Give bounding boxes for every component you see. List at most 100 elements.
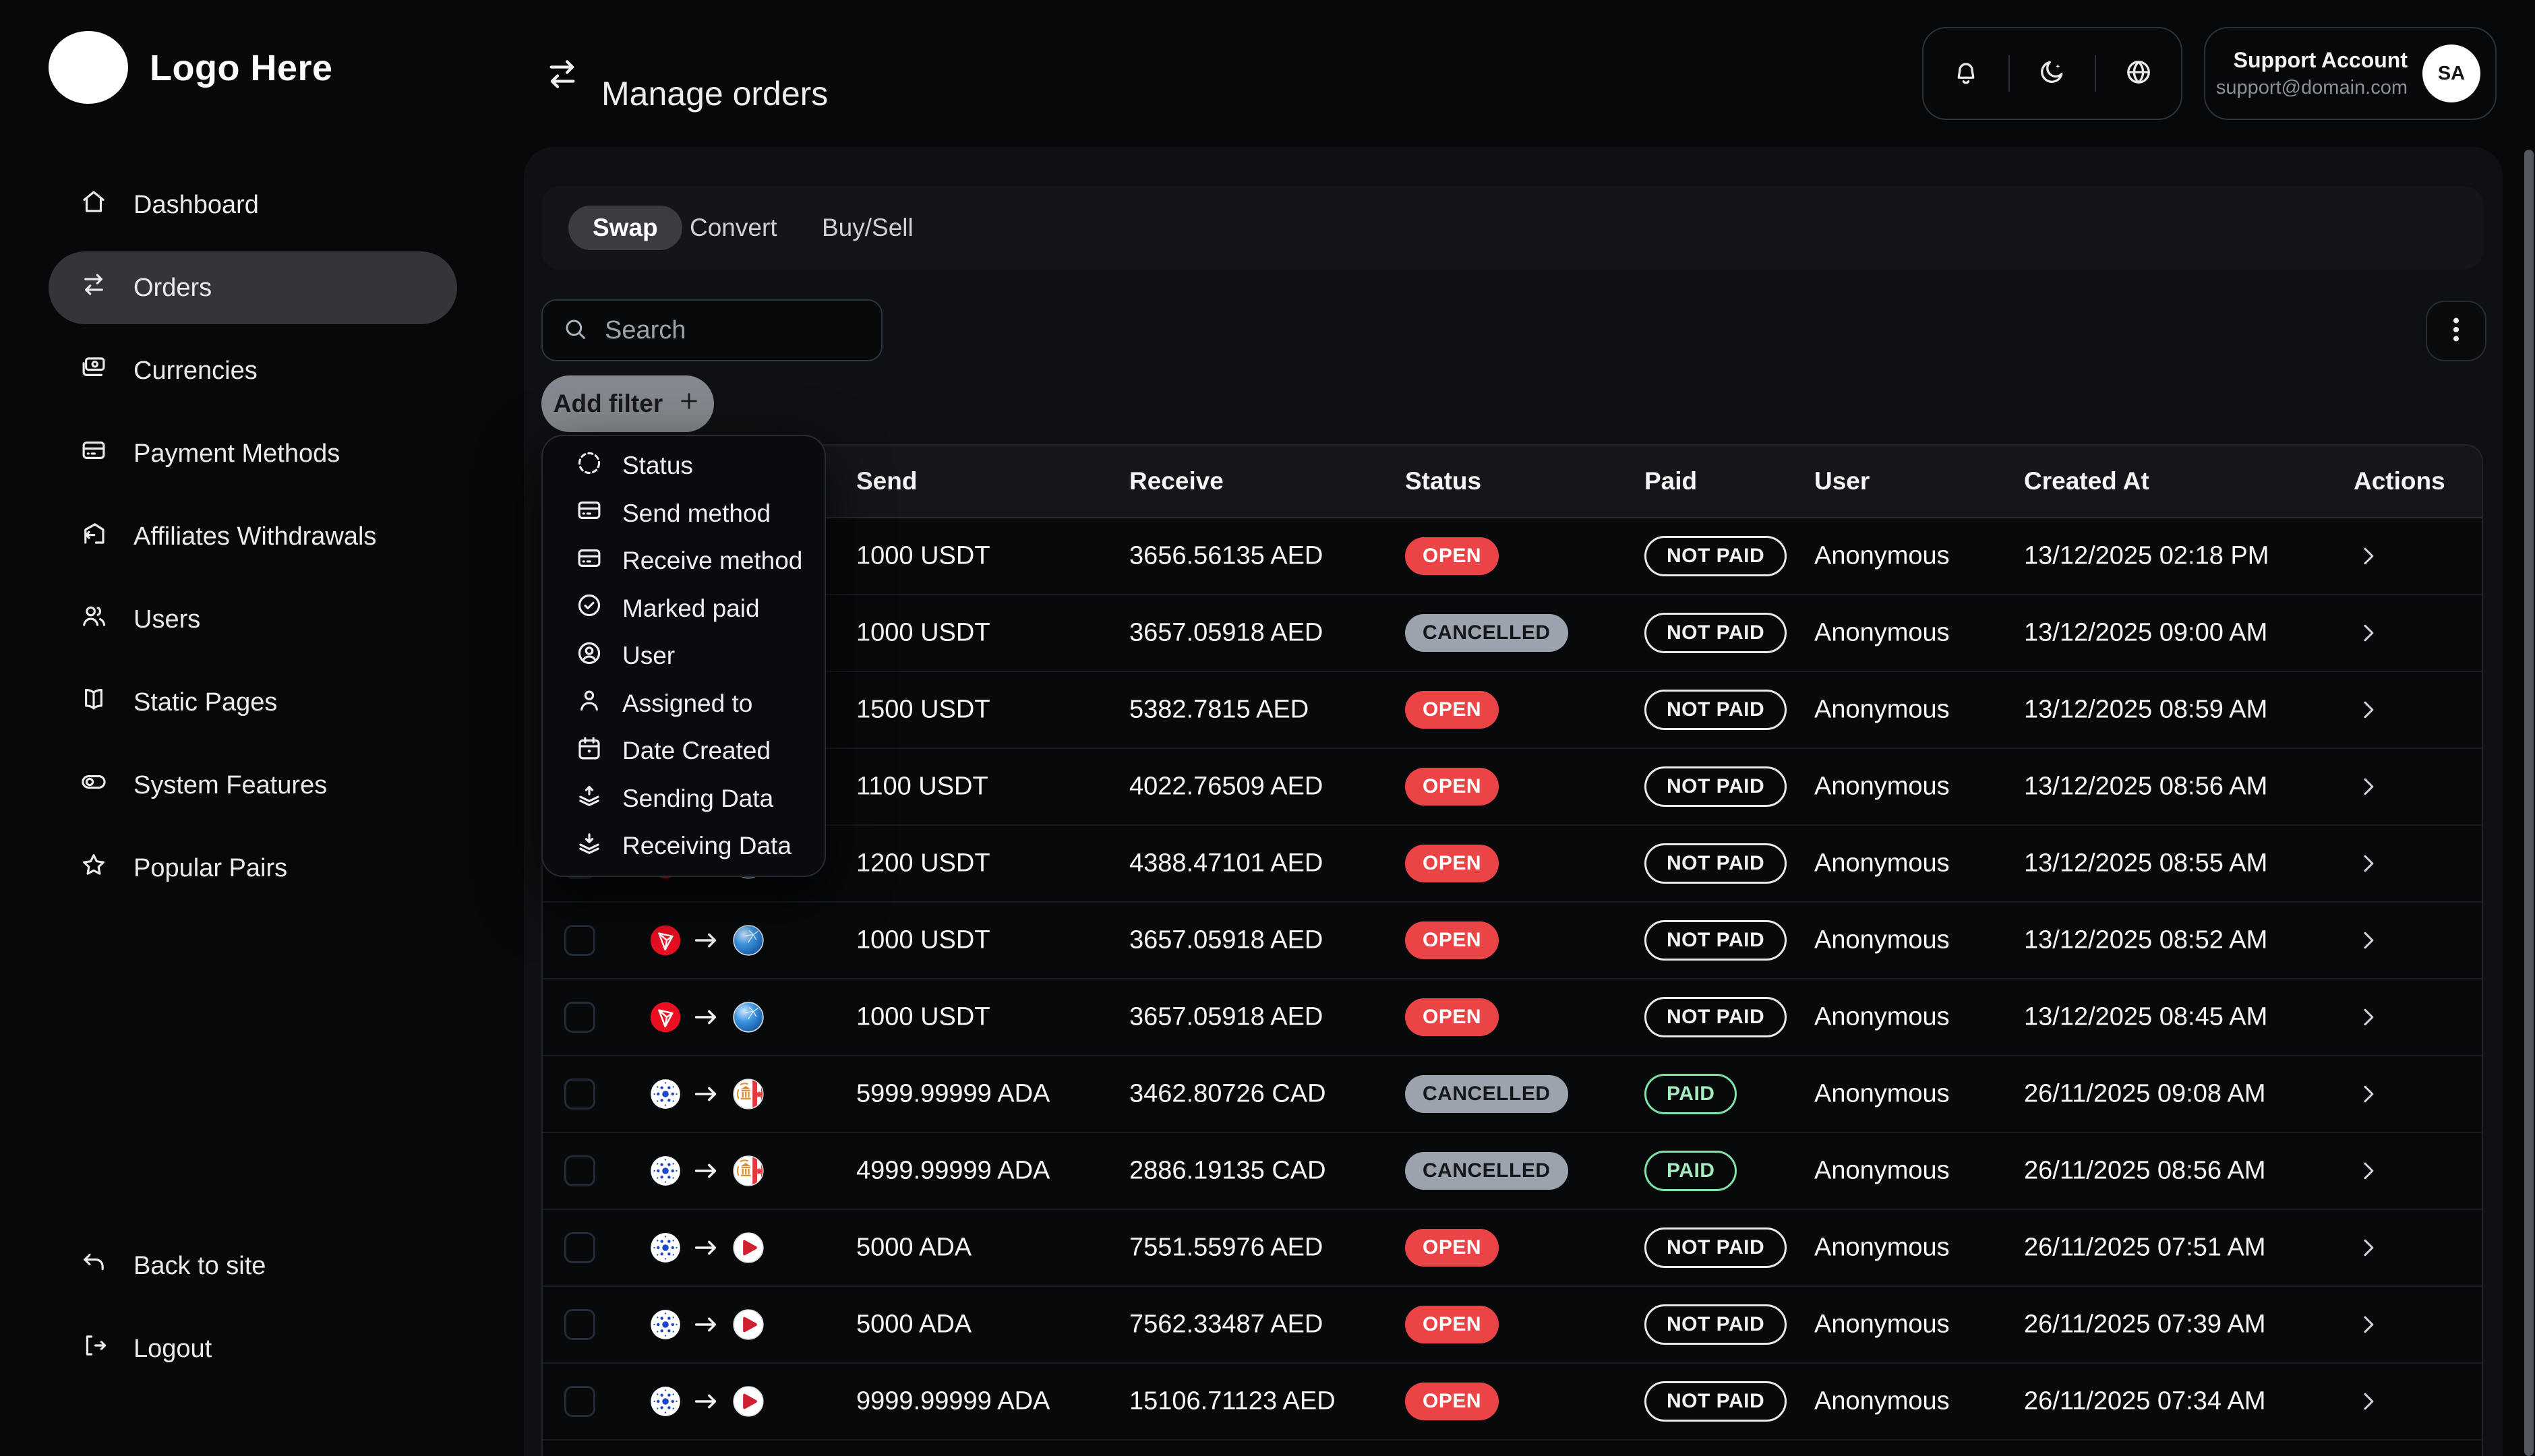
home-icon bbox=[80, 187, 108, 222]
receive-amount: 3657.05918 AED bbox=[1129, 619, 1323, 648]
created-at-cell: 13/12/2025 02:18 PM bbox=[2024, 542, 2269, 571]
chevron-right-icon[interactable] bbox=[2355, 1311, 2382, 1338]
paid-badge: NOT PAID bbox=[1644, 920, 1787, 961]
send-amount: 5000 ADA bbox=[856, 1234, 972, 1263]
row-checkbox[interactable] bbox=[564, 1155, 595, 1186]
sidebar-item-dashboard[interactable]: Dashboard bbox=[49, 169, 457, 241]
sidebar-item-label: Payment Methods bbox=[133, 439, 340, 468]
bell-icon bbox=[1951, 57, 1981, 90]
sidebar-item-users[interactable]: Users bbox=[49, 583, 457, 656]
user-cell: Anonymous bbox=[1814, 1157, 1950, 1186]
paid-badge: NOT PAID bbox=[1644, 1381, 1787, 1422]
sidebar-item-label: Logout bbox=[133, 1335, 212, 1364]
chevron-right-icon[interactable] bbox=[2355, 1388, 2382, 1415]
chevron-right-icon[interactable] bbox=[2355, 1081, 2382, 1108]
account-menu[interactable]: Support Account support@domain.com SA bbox=[2204, 27, 2497, 120]
chevron-right-icon[interactable] bbox=[2355, 927, 2382, 954]
row-checkbox[interactable] bbox=[564, 925, 595, 956]
row-checkbox[interactable] bbox=[564, 1386, 595, 1417]
status-badge: OPEN bbox=[1405, 1383, 1499, 1420]
user-cell: Anonymous bbox=[1814, 1310, 1950, 1339]
filter-option-receive-method[interactable]: Receive method bbox=[543, 537, 825, 585]
filter-option-receiving-data[interactable]: Receiving Data bbox=[543, 822, 825, 870]
chevron-right-icon[interactable] bbox=[2355, 619, 2382, 646]
filter-option-date-created[interactable]: Date Created bbox=[543, 727, 825, 775]
created-at-cell: 13/12/2025 08:55 AM bbox=[2024, 849, 2267, 878]
table-row: 1500 USDT5382.7815 AEDOPENNOT PAIDAnonym… bbox=[543, 672, 2482, 749]
sidebar-item-orders[interactable]: Orders bbox=[49, 251, 457, 324]
person-icon bbox=[575, 686, 603, 721]
language-button[interactable] bbox=[2096, 57, 2181, 90]
chevron-right-icon[interactable] bbox=[2355, 1234, 2382, 1261]
arrow-right-icon bbox=[690, 1002, 721, 1033]
sidebar-item-back-to-site[interactable]: Back to site bbox=[49, 1230, 457, 1302]
sidebar-item-affiliates-withdrawals[interactable]: Affiliates Withdrawals bbox=[49, 500, 457, 573]
sidebar-item-label: Dashboard bbox=[133, 191, 259, 220]
order-type-tabs: SwapConvert Buy/Sell bbox=[541, 186, 2483, 270]
row-checkbox[interactable] bbox=[564, 1002, 595, 1033]
card-icon bbox=[575, 496, 603, 530]
chevron-right-icon[interactable] bbox=[2355, 773, 2382, 800]
search-input[interactable]: Search bbox=[541, 299, 883, 361]
account-name: Support Account bbox=[2234, 48, 2408, 73]
row-checkbox[interactable] bbox=[564, 1079, 595, 1110]
filter-option-marked-paid[interactable]: Marked paid bbox=[543, 584, 825, 632]
table-options-button[interactable] bbox=[2426, 301, 2486, 361]
sidebar-item-popular-pairs[interactable]: Popular Pairs bbox=[49, 832, 457, 905]
sidebar-item-currencies[interactable]: Currencies bbox=[49, 334, 457, 407]
send-amount: 1500 USDT bbox=[856, 696, 990, 725]
send-amount: 1000 USDT bbox=[856, 1003, 990, 1032]
status-badge: OPEN bbox=[1405, 768, 1499, 806]
receive-amount: 2886.19135 CAD bbox=[1129, 1157, 1326, 1186]
send-currency-icon bbox=[650, 1155, 681, 1186]
receive-amount: 4388.47101 AED bbox=[1129, 849, 1323, 878]
chevron-right-icon[interactable] bbox=[2355, 1004, 2382, 1031]
user-name: Anonymous bbox=[1814, 1234, 1950, 1263]
row-checkbox[interactable] bbox=[564, 1232, 595, 1263]
sidebar-item-system-features[interactable]: System Features bbox=[49, 749, 457, 822]
sidebar-item-logout[interactable]: Logout bbox=[49, 1312, 457, 1385]
swap-icon bbox=[80, 270, 108, 305]
filter-option-sending-data[interactable]: Sending Data bbox=[543, 775, 825, 822]
filter-option-label: User bbox=[622, 642, 675, 670]
chevron-right-icon[interactable] bbox=[2355, 1157, 2382, 1184]
filter-option-assigned-to[interactable]: Assigned to bbox=[543, 679, 825, 727]
user-name: Anonymous bbox=[1814, 696, 1950, 725]
sidebar-item-payment-methods[interactable]: Payment Methods bbox=[49, 417, 457, 490]
receive-amount: 3657.05918 AED bbox=[1129, 926, 1323, 955]
receive-amount: 7551.55976 AED bbox=[1129, 1234, 1323, 1263]
notifications-button[interactable] bbox=[1923, 57, 2008, 90]
tab-buy-sell[interactable]: Buy/Sell bbox=[818, 206, 918, 250]
table-body: 1000 USDT 3656.56135 AED OPEN NOT PAID Anony… bbox=[543, 518, 2482, 1456]
table-row: 1000 USDT3657.05918 AEDOPENNOT PAIDAnony… bbox=[543, 979, 2482, 1056]
status-badge: OPEN bbox=[1405, 691, 1499, 729]
users-icon bbox=[80, 602, 108, 637]
tab-swap[interactable]: Swap bbox=[568, 206, 682, 250]
theme-button[interactable] bbox=[2010, 57, 2095, 90]
search-icon bbox=[562, 315, 589, 346]
filter-option-send-method[interactable]: Send method bbox=[543, 489, 825, 537]
app-root: Logo Here DashboardOrdersCurrenciesPayme… bbox=[0, 0, 2535, 1456]
stack-down-icon bbox=[575, 829, 603, 863]
sidebar-item-static-pages[interactable]: Static Pages bbox=[49, 666, 457, 739]
paid-badge: NOT PAID bbox=[1644, 536, 1787, 576]
sidebar-item-label: Affiliates Withdrawals bbox=[133, 522, 376, 551]
send-amount: 1000 USDT bbox=[856, 619, 990, 648]
column-header-status: Status bbox=[1405, 467, 1481, 495]
filter-option-user[interactable]: User bbox=[543, 632, 825, 680]
created-at-cell: 13/12/2025 09:00 AM bbox=[2024, 619, 2267, 648]
chevron-right-icon[interactable] bbox=[2355, 850, 2382, 877]
receive-amount: 15106.71123 AED bbox=[1129, 1387, 1336, 1416]
receive-currency-icon bbox=[733, 1155, 764, 1186]
filter-option-status[interactable]: Status bbox=[543, 442, 825, 490]
row-checkbox[interactable] bbox=[564, 1309, 595, 1340]
page-scrollbar[interactable] bbox=[2524, 150, 2534, 1456]
tab-convert[interactable]: Convert bbox=[686, 206, 781, 250]
receive-amount: 3656.56135 AED bbox=[1129, 542, 1323, 571]
chevron-right-icon[interactable] bbox=[2355, 543, 2382, 570]
chevron-right-icon[interactable] bbox=[2355, 696, 2382, 723]
add-filter-button[interactable]: Add filter bbox=[541, 375, 714, 432]
paid-badge: PAID bbox=[1644, 1074, 1737, 1114]
book-icon bbox=[80, 685, 108, 720]
user-cell: Anonymous bbox=[1814, 542, 1950, 571]
